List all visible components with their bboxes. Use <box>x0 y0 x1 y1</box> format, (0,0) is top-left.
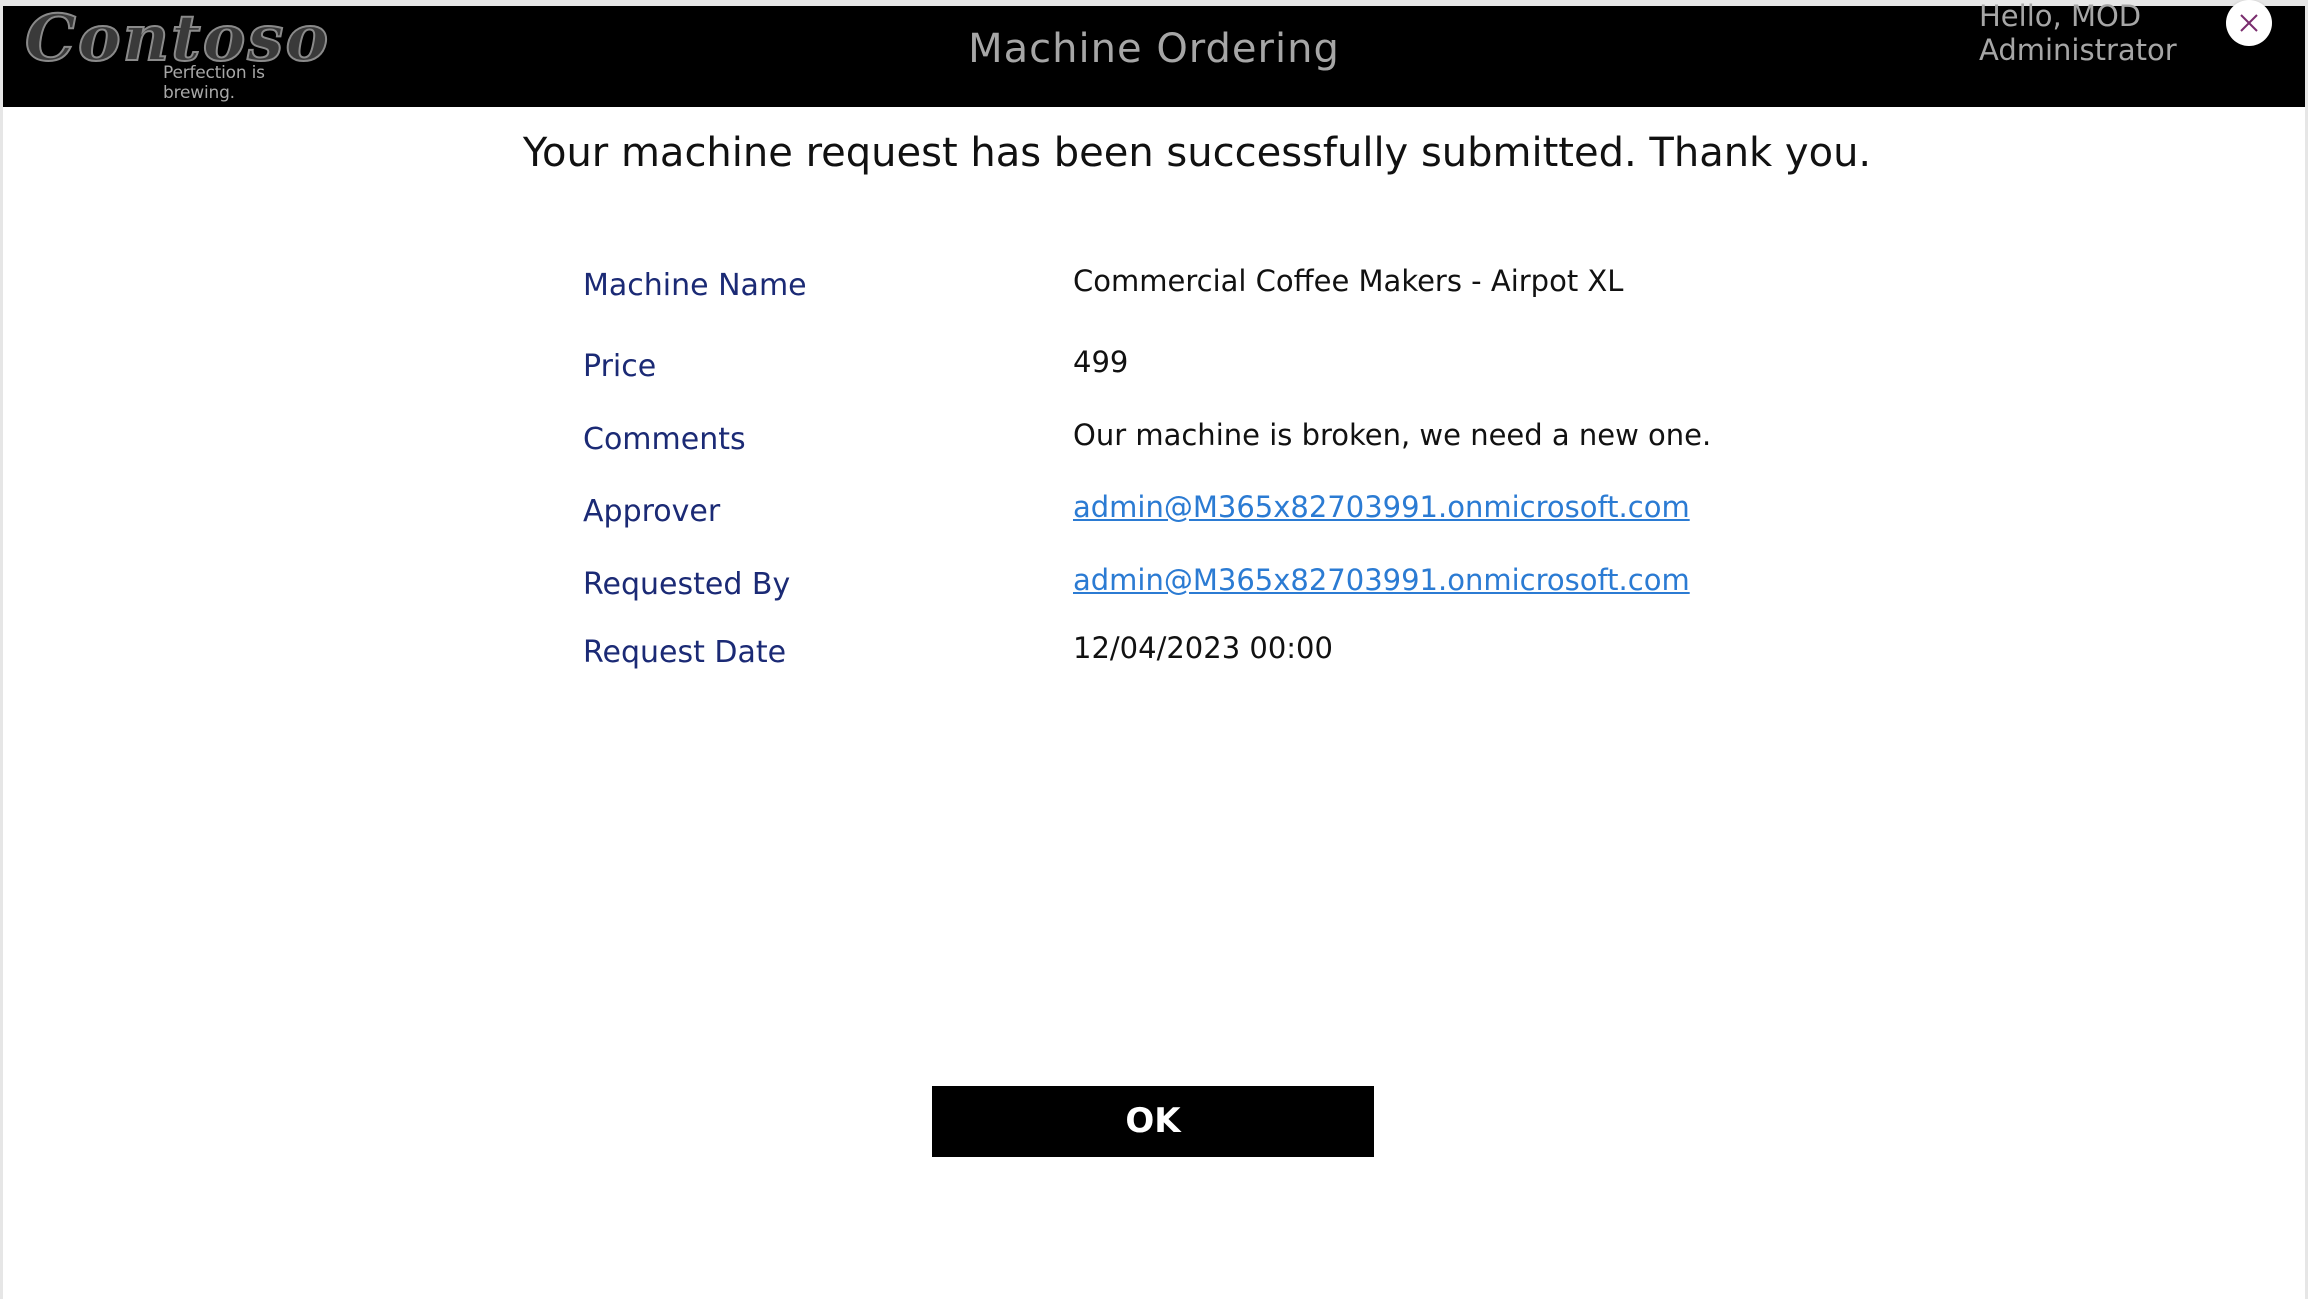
detail-row-machine-name: Machine Name Commercial Coffee Makers - … <box>0 264 2308 324</box>
detail-row-comments: Comments Our machine is broken, we need … <box>0 418 2308 478</box>
page-title: Machine Ordering <box>968 26 1340 72</box>
user-greeting: Hello, MOD Administrator <box>1979 0 2177 67</box>
request-date-label: Request Date <box>583 635 787 670</box>
app-header: Contoso Perfection is brewing. Machine O… <box>3 0 2305 107</box>
price-value: 499 <box>1073 345 1129 379</box>
ok-button[interactable]: OK <box>932 1086 1374 1157</box>
greeting-line-1: Hello, MOD <box>1979 0 2142 33</box>
machine-name-label: Machine Name <box>583 268 807 303</box>
requested-by-email-link[interactable]: admin@M365x82703991.onmicrosoft.com <box>1073 563 1690 597</box>
detail-row-requested-by: Requested By admin@M365x82703991.onmicro… <box>0 563 2308 623</box>
detail-row-request-date: Request Date 12/04/2023 00:00 <box>0 631 2308 691</box>
comments-value: Our machine is broken, we need a new one… <box>1073 418 1712 452</box>
detail-row-approver: Approver admin@M365x82703991.onmicrosoft… <box>0 490 2308 550</box>
app-screen: Contoso Perfection is brewing. Machine O… <box>0 0 2308 1299</box>
request-date-value: 12/04/2023 00:00 <box>1073 631 1333 665</box>
close-icon <box>2240 14 2258 32</box>
comments-label: Comments <box>583 422 746 457</box>
approver-label: Approver <box>583 494 721 529</box>
price-label: Price <box>583 349 657 384</box>
detail-row-price: Price 499 <box>0 345 2308 405</box>
approver-email-link[interactable]: admin@M365x82703991.onmicrosoft.com <box>1073 490 1690 524</box>
close-button[interactable] <box>2226 0 2272 46</box>
greeting-line-2: Administrator <box>1979 33 2177 67</box>
requested-by-label: Requested By <box>583 567 791 602</box>
success-message: Your machine request has been successful… <box>522 130 1872 176</box>
machine-name-value: Commercial Coffee Makers - Airpot XL <box>1073 264 1624 298</box>
